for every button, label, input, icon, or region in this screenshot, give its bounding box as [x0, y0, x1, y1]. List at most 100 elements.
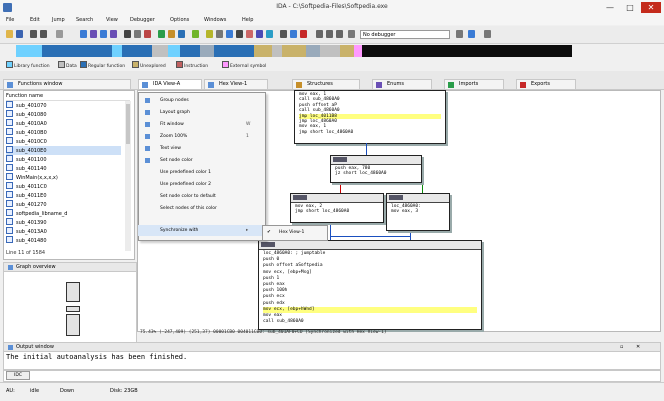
- menu-predefined-color-2[interactable]: Use predefined color 2: [138, 179, 264, 190]
- function-item[interactable]: sub_4010A0: [6, 119, 121, 128]
- graph-edge: [330, 222, 331, 240]
- output-pin-icon[interactable]: ▫: [620, 344, 623, 350]
- comment-icon[interactable]: [246, 30, 253, 38]
- graph-overview-panel[interactable]: [3, 271, 137, 344]
- graph-node[interactable]: loc_4860A0: mov eax, 3: [386, 193, 450, 231]
- tab-ida-view-a[interactable]: IDA View-A: [138, 79, 202, 89]
- output-close-icon[interactable]: ✕: [636, 344, 640, 350]
- menu-jump[interactable]: Jump: [52, 17, 65, 23]
- menu-view[interactable]: View: [106, 17, 118, 23]
- search-text-icon[interactable]: [90, 30, 97, 38]
- settings-icon[interactable]: [484, 30, 491, 38]
- idc-button[interactable]: IDC: [6, 371, 30, 380]
- function-item[interactable]: sub_4011E0: [6, 191, 121, 200]
- functions-scroll-thumb[interactable]: [126, 104, 130, 144]
- function-icon: [6, 182, 13, 189]
- string-icon[interactable]: [144, 30, 151, 38]
- back-arrow-icon[interactable]: [30, 30, 37, 38]
- graph-edge: [330, 236, 410, 237]
- menu-fit-window[interactable]: Fit window W: [138, 119, 264, 130]
- tab-imports[interactable]: Imports: [444, 79, 504, 89]
- menu-set-node-color[interactable]: Set node color: [138, 155, 264, 166]
- function-item[interactable]: sub_4010B0: [6, 128, 121, 137]
- arrow-icon[interactable]: [290, 30, 297, 38]
- function-item[interactable]: sub_401480: [6, 236, 121, 245]
- menu-debugger[interactable]: Debugger: [130, 17, 155, 23]
- open-folder-icon[interactable]: [6, 30, 13, 38]
- menu-text-view[interactable]: Text view: [138, 143, 264, 154]
- graph-node[interactable]: mov eax, 1 call sub_4860A0 push offset a…: [294, 90, 446, 144]
- menu-file[interactable]: File: [6, 17, 14, 23]
- cursor-icon[interactable]: [468, 30, 475, 38]
- menu-group-nodes[interactable]: Group nodes: [138, 95, 264, 106]
- name-icon[interactable]: [236, 30, 243, 38]
- code-icon[interactable]: [124, 30, 131, 38]
- graph-icon[interactable]: [216, 30, 223, 38]
- function-item[interactable]: sub_401080: [6, 110, 121, 119]
- function-item[interactable]: sub_401390: [6, 218, 121, 227]
- debug-step-icon[interactable]: [348, 30, 355, 38]
- menu-zoom-100[interactable]: Zoom 100% 1: [138, 131, 264, 142]
- function-item[interactable]: sub_401100: [6, 155, 121, 164]
- close-button[interactable]: ✕: [641, 2, 661, 13]
- function-item[interactable]: softpedia_libname_d: [6, 209, 121, 218]
- debug-option-icon[interactable]: [456, 30, 463, 38]
- xref-icon[interactable]: [226, 30, 233, 38]
- tab-structures[interactable]: Structures: [292, 79, 360, 89]
- search-binary-icon[interactable]: [100, 30, 107, 38]
- menu-edit[interactable]: Edit: [30, 17, 40, 23]
- functions-column-header[interactable]: Function name: [6, 93, 130, 101]
- stop-icon[interactable]: [336, 30, 343, 38]
- function-item[interactable]: sub_4010C0: [6, 137, 121, 146]
- script-icon[interactable]: [266, 30, 273, 38]
- graph-node[interactable]: mov eax, 2 jmp short loc_4860A0: [290, 193, 384, 223]
- play-icon[interactable]: [192, 30, 199, 38]
- toolbar: No debugger: [0, 26, 664, 44]
- function-item[interactable]: sub_4013A0: [6, 227, 121, 236]
- tab-enums[interactable]: Enums: [372, 79, 432, 89]
- function-item[interactable]: sub_4011C0: [6, 182, 121, 191]
- graph-node[interactable]: push eax, 780 jz short loc_4860A0: [330, 155, 422, 183]
- pencil-icon[interactable]: [280, 30, 287, 38]
- graph-node[interactable]: loc_4860A0: ; jumptable push 0 push offs…: [258, 240, 482, 330]
- menu-windows[interactable]: Windows: [204, 17, 226, 23]
- menu-node-color-default[interactable]: Set node color to default: [138, 191, 264, 202]
- save-icon[interactable]: [16, 30, 23, 38]
- data-icon[interactable]: [134, 30, 141, 38]
- menu-select-nodes-color[interactable]: Select nodes of this color: [138, 203, 264, 214]
- hex-icon[interactable]: [206, 30, 213, 38]
- function-icon[interactable]: [178, 30, 185, 38]
- command-line[interactable]: [3, 370, 661, 382]
- menu-search[interactable]: Search: [76, 17, 93, 23]
- function-icon: [6, 155, 13, 162]
- tab-hex-view-1[interactable]: Hex View-1: [204, 79, 268, 89]
- patch-icon[interactable]: [256, 30, 263, 38]
- navigation-band[interactable]: [16, 45, 572, 57]
- dropdown-icon[interactable]: [56, 30, 63, 38]
- run-icon[interactable]: [316, 30, 323, 38]
- tab-exports[interactable]: Exports: [516, 79, 576, 89]
- search-next-icon[interactable]: [110, 30, 117, 38]
- submenu-hex-view-1[interactable]: Hex View-1: [279, 226, 304, 240]
- overview-node: [66, 306, 80, 312]
- menu-predefined-color-1[interactable]: Use predefined color 1: [138, 167, 264, 178]
- function-item[interactable]: sub_401140: [6, 164, 121, 173]
- array-icon[interactable]: [158, 30, 165, 38]
- maximize-button[interactable]: □: [620, 2, 640, 13]
- forward-arrow-icon[interactable]: [40, 30, 47, 38]
- delete-icon[interactable]: [300, 30, 307, 38]
- function-item[interactable]: sub_401270: [6, 200, 121, 209]
- menu-help[interactable]: Help: [242, 17, 253, 23]
- function-item[interactable]: WinMain(x,x,x,x): [6, 173, 121, 182]
- search-icon[interactable]: [80, 30, 87, 38]
- function-item[interactable]: sub_401070: [6, 101, 121, 110]
- menu-options[interactable]: Options: [170, 17, 189, 23]
- minimize-button[interactable]: —: [600, 2, 620, 13]
- menu-synchronize-with[interactable]: Synchronize with ▸: [138, 225, 264, 236]
- menu-layout-graph[interactable]: Layout graph: [138, 107, 264, 118]
- struct-icon[interactable]: [168, 30, 175, 38]
- pause-icon[interactable]: [326, 30, 333, 38]
- debugger-select[interactable]: No debugger: [360, 30, 450, 39]
- function-item-selected[interactable]: sub_4010E0: [6, 146, 121, 155]
- tab-functions-window[interactable]: Functions window: [3, 79, 131, 89]
